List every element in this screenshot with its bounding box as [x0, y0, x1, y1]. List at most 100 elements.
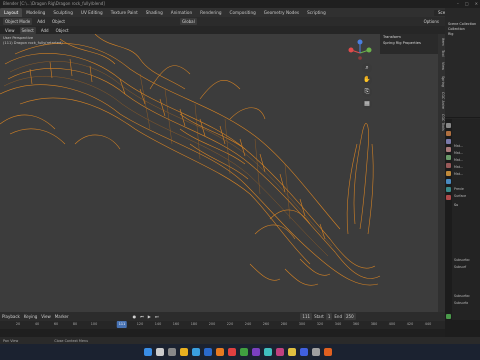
app-icon-2[interactable]	[240, 348, 248, 356]
surface-shader-field[interactable]: Su	[454, 203, 458, 208]
material-slot-1[interactable]: Mat...	[454, 144, 463, 149]
output-tab-icon[interactable]	[446, 139, 451, 144]
subsurface-field-3[interactable]: Subsurfac	[454, 294, 470, 299]
jump-end-icon[interactable]: ⏭	[153, 313, 161, 320]
playhead[interactable]: 111	[116, 321, 128, 328]
app-icon-9[interactable]	[324, 348, 332, 356]
app-icon-5[interactable]	[276, 348, 284, 356]
y-axis-handle	[366, 47, 372, 53]
task-view-icon[interactable]	[168, 348, 176, 356]
texture-tab-icon[interactable]	[446, 314, 451, 319]
grid-view-icon[interactable]: ▦	[362, 99, 372, 109]
material-slot-2[interactable]: Mat...	[454, 151, 463, 156]
tab-layout[interactable]: Layout	[0, 8, 23, 17]
material-tab-icon[interactable]	[446, 195, 451, 200]
app-icon-1[interactable]	[228, 348, 236, 356]
zoom-icon[interactable]: ⌕	[362, 63, 372, 73]
app-icon-7[interactable]	[300, 348, 308, 356]
object-menu[interactable]: Object	[50, 18, 67, 25]
tab-compositing[interactable]: Compositing	[226, 8, 260, 17]
view-layer-tab-icon[interactable]	[446, 147, 451, 152]
tab-uv-editing[interactable]: UV Editing	[77, 8, 107, 17]
tab-texture-paint[interactable]: Texture Paint	[107, 8, 142, 17]
view-menu[interactable]: View	[3, 27, 17, 34]
tab-modeling[interactable]: Modeling	[22, 8, 49, 17]
render-tab-icon[interactable]	[446, 131, 451, 136]
surface-panel[interactable]: Surface	[454, 194, 466, 199]
object-tab-icon[interactable]	[446, 171, 451, 176]
viewport-object-menu[interactable]: Object	[54, 27, 71, 34]
tab-geometry-nodes[interactable]: Geometry Nodes	[260, 8, 303, 17]
scene-tab-icon[interactable]	[446, 155, 451, 160]
jump-start-icon[interactable]: ⏮	[138, 313, 146, 320]
current-frame-field[interactable]: 111	[300, 313, 313, 320]
properties-tabs	[445, 119, 452, 320]
material-slot-5[interactable]: Mat...	[454, 172, 463, 177]
blender-taskbar-icon[interactable]	[216, 348, 224, 356]
subsurface-field-1[interactable]: Subsurfac	[454, 258, 470, 263]
end-frame-field[interactable]: 250	[344, 313, 356, 320]
tab-animation[interactable]: Animation	[167, 8, 196, 17]
npanel-tab-view[interactable]: View	[438, 62, 445, 70]
npanel-tab-item[interactable]: Item	[438, 38, 445, 46]
app-icon-3[interactable]	[252, 348, 260, 356]
file-explorer-icon[interactable]	[180, 348, 188, 356]
mode-selector[interactable]: Object Mode	[3, 18, 33, 25]
app-icon-4[interactable]	[264, 348, 272, 356]
marker-menu[interactable]: Marker	[53, 313, 71, 320]
maximize-icon[interactable]: □	[465, 0, 469, 8]
frame-tick: 100	[90, 322, 98, 326]
keying-menu[interactable]: Keying	[22, 313, 39, 320]
subsurface-field-2[interactable]: Subsurf	[454, 265, 466, 270]
tab-scripting[interactable]: Scripting	[303, 8, 330, 17]
frame-tick: 120	[136, 322, 144, 326]
n-panel: Transform Spring Rig Properties	[380, 34, 438, 54]
frame-tick: 140	[154, 322, 162, 326]
subsurface-field-4[interactable]: Subsurfa	[454, 301, 468, 306]
npanel-tab-cgc-tools[interactable]: CGC Tools	[438, 114, 445, 131]
dragon-wireframe-model[interactable]	[0, 34, 445, 312]
preview-panel[interactable]: Previe	[454, 187, 464, 192]
playback-menu[interactable]: Playback	[0, 313, 22, 320]
record-icon[interactable]: ●	[131, 313, 139, 320]
start-menu-icon[interactable]	[144, 348, 152, 356]
material-slot-4[interactable]: Mat...	[454, 165, 463, 170]
orientation-selector[interactable]: Global	[179, 18, 197, 25]
frame-tick: 420	[406, 322, 414, 326]
timeline-keyframe-area[interactable]	[0, 329, 445, 337]
close-icon[interactable]: ✕	[475, 0, 478, 8]
camera-view-icon[interactable]: ⎘	[362, 87, 372, 97]
add-menu[interactable]: Add	[35, 18, 47, 25]
frame-ruler[interactable]: 20 40 60 80 100 120 140 160 180 200 220 …	[0, 321, 445, 329]
edge-browser-icon[interactable]	[192, 348, 200, 356]
spring-rig-panel[interactable]: Spring Rig Properties	[380, 40, 438, 46]
play-icon[interactable]: ▶	[146, 313, 153, 320]
app-icon-6[interactable]	[288, 348, 296, 356]
timeline-view-menu[interactable]: View	[39, 313, 53, 320]
outliner-rig[interactable]: Rig	[445, 32, 480, 37]
npanel-tab-tool[interactable]: Tool	[438, 50, 445, 57]
modifier-tab-icon[interactable]	[446, 179, 451, 184]
pan-hand-icon[interactable]: ✋	[362, 75, 372, 85]
app-icon-8[interactable]	[312, 348, 320, 356]
tab-rendering[interactable]: Rendering	[196, 8, 225, 17]
viewport-add-menu[interactable]: Add	[39, 27, 51, 34]
material-slot-3[interactable]: Mat...	[454, 158, 463, 163]
physics-tab-icon[interactable]	[446, 187, 451, 192]
properties-editor: Mat... Mat... Mat... Mat... Mat... Previ…	[445, 119, 480, 320]
tool-tab-icon[interactable]	[446, 123, 451, 128]
tab-shading[interactable]: Shading	[142, 8, 167, 17]
frame-tick: 400	[388, 322, 396, 326]
n-panel-tabs: Item Tool View Spring CGC Anim CGC Tools	[438, 34, 445, 312]
npanel-tab-spring[interactable]: Spring	[438, 76, 445, 87]
select-menu[interactable]: Select	[19, 26, 36, 34]
minimize-icon[interactable]: –	[457, 0, 459, 8]
tab-sculpting[interactable]: Sculpting	[49, 8, 77, 17]
npanel-tab-cgc-anim[interactable]: CGC Anim	[438, 92, 445, 109]
store-icon[interactable]	[204, 348, 212, 356]
options-menu[interactable]: Options	[422, 18, 441, 25]
world-tab-icon[interactable]	[446, 163, 451, 168]
3d-viewport[interactable]: User Perspective (111) Dragon rock_fully…	[0, 34, 445, 312]
search-icon[interactable]	[156, 348, 164, 356]
frame-tick: 160	[172, 322, 180, 326]
